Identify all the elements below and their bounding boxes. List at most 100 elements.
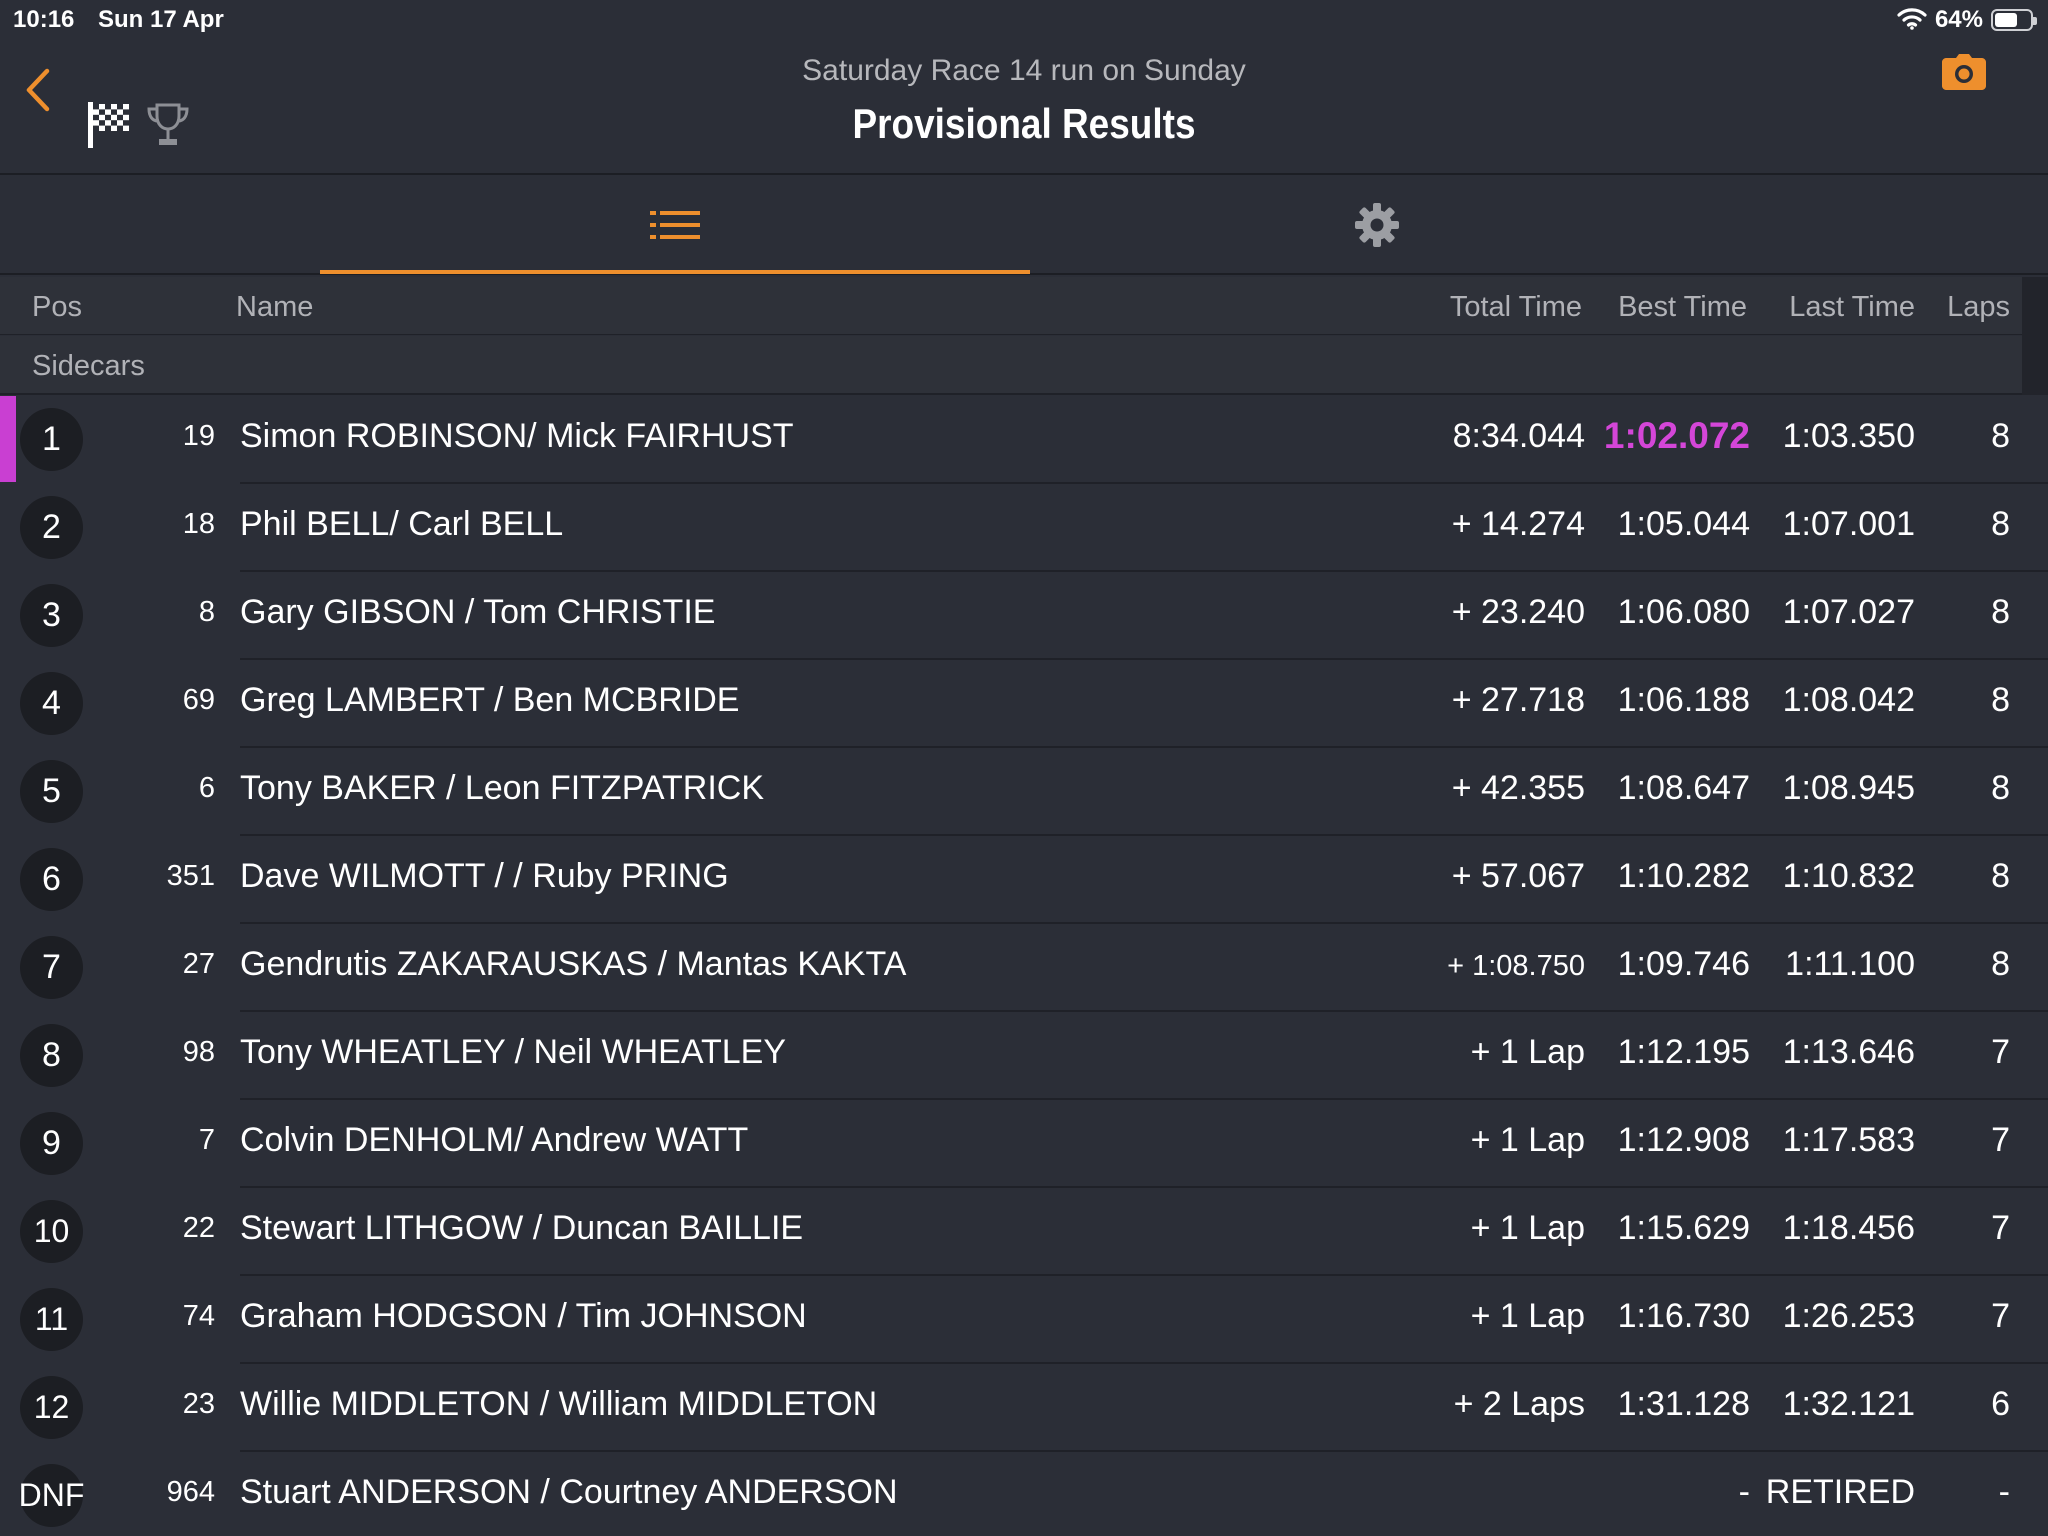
- position-badge: 8: [20, 1024, 83, 1087]
- last-time: 1:26.253: [1782, 1297, 1915, 1335]
- last-time: 1:07.027: [1782, 593, 1915, 631]
- racer-name: Phil BELL/ Carl BELL: [240, 505, 564, 543]
- last-time: 1:17.583: [1782, 1121, 1915, 1159]
- scrollbar-track[interactable]: [2022, 277, 2048, 395]
- table-row[interactable]: 11 74 Graham HODGSON / Tim JOHNSON + 1 Lap 1…: [0, 1276, 2048, 1364]
- column-header-laps[interactable]: Laps: [1947, 291, 2010, 324]
- laps-count: 7: [1991, 1033, 2010, 1071]
- total-time: + 14.274: [1451, 505, 1585, 543]
- last-time: 1:18.456: [1782, 1209, 1915, 1247]
- position-badge: 1: [20, 408, 83, 471]
- camera-button[interactable]: [1942, 54, 1986, 95]
- position-badge: 12: [20, 1376, 83, 1439]
- racer-name: Colvin DENHOLM/ Andrew WATT: [240, 1121, 749, 1159]
- racer-name: Gary GIBSON / Tom CHRISTIE: [240, 593, 716, 631]
- last-time: RETIRED: [1765, 1473, 1915, 1511]
- table-row[interactable]: 12 23 Willie MIDDLETON / William MIDDLETON…: [0, 1364, 2048, 1452]
- last-time: 1:32.121: [1782, 1385, 1915, 1423]
- total-time: + 42.355: [1451, 769, 1585, 807]
- page-title: Provisional Results: [852, 100, 1196, 147]
- battery-tip: [2033, 17, 2037, 25]
- table-row[interactable]: 1 19 Simon ROBINSON/ Mick FAIRHUST 8:34.044…: [0, 396, 2048, 484]
- table-row[interactable]: 4 69 Greg LAMBERT / Ben MCBRIDE + 27.718 1:0…: [0, 660, 2048, 748]
- column-header-best-time[interactable]: Best Time: [1618, 291, 1747, 324]
- column-header-pos[interactable]: Pos: [32, 291, 82, 324]
- last-time: 1:10.832: [1782, 857, 1915, 895]
- last-time: 1:08.042: [1782, 681, 1915, 719]
- total-time: + 1 Lap: [1470, 1297, 1585, 1335]
- table-row[interactable]: 3 8 Gary GIBSON / Tom CHRISTIE + 23.240 1:06…: [0, 572, 2048, 660]
- status-indicators: 64%: [1897, 4, 2037, 36]
- laps-count: 6: [1991, 1385, 2010, 1423]
- leader-marker: [0, 396, 16, 482]
- racer-name: Greg LAMBERT / Ben MCBRIDE: [240, 681, 740, 719]
- best-time: 1:08.647: [1617, 769, 1750, 807]
- laps-count: 7: [1991, 1121, 2010, 1159]
- laps-count: 8: [1991, 505, 2010, 543]
- column-header-last-time[interactable]: Last Time: [1789, 291, 1915, 324]
- best-time: 1:15.629: [1617, 1209, 1750, 1247]
- best-time: 1:06.080: [1617, 593, 1750, 631]
- position-badge: 4: [20, 672, 83, 735]
- position-badge: 3: [20, 584, 83, 647]
- table-row[interactable]: DNF 964 Stuart ANDERSON / Courtney ANDERSO…: [0, 1452, 2048, 1536]
- racer-name: Tony WHEATLEY / Neil WHEATLEY: [240, 1033, 787, 1071]
- racer-name: Willie MIDDLETON / William MIDDLETON: [240, 1385, 878, 1423]
- column-header-name[interactable]: Name: [236, 291, 313, 324]
- laps-count: 8: [1991, 945, 2010, 983]
- racer-name: Simon ROBINSON/ Mick FAIRHUST: [240, 417, 794, 455]
- total-time: + 57.067: [1451, 857, 1585, 895]
- best-time: 1:12.908: [1617, 1121, 1750, 1159]
- last-time: 1:13.646: [1782, 1033, 1915, 1071]
- race-subtitle: Saturday Race 14 run on Sunday: [802, 54, 1246, 87]
- tab-results-list[interactable]: [320, 175, 1030, 275]
- table-row[interactable]: 7 27 Gendrutis ZAKARAUSKAS / Mantas KAKTA +…: [0, 924, 2048, 1012]
- best-time: 1:05.044: [1617, 505, 1750, 543]
- laps-count: -: [1998, 1473, 2010, 1511]
- table-row[interactable]: 2 18 Phil BELL/ Carl BELL + 14.274 1:05.044 1…: [0, 484, 2048, 572]
- active-tab-indicator: [320, 270, 1030, 274]
- last-time: 1:03.350: [1782, 417, 1915, 455]
- category-header: Sidecars: [0, 336, 2022, 395]
- status-time: 10:16: [13, 6, 75, 33]
- status-date: Sun 17 Apr: [98, 6, 224, 33]
- racer-name: Tony BAKER / Leon FITZPATRICK: [240, 769, 765, 807]
- tab-settings[interactable]: [1022, 175, 1732, 275]
- header: Saturday Race 14 run on Sunday Provision…: [0, 40, 2048, 175]
- racer-number: 74: [182, 1300, 215, 1332]
- total-time: + 27.718: [1451, 681, 1585, 719]
- status-bar: 10:16 Sun 17 Apr 64%: [0, 0, 2048, 40]
- racer-number: 23: [182, 1388, 215, 1420]
- position-badge: 9: [20, 1112, 83, 1175]
- racer-number: 8: [198, 596, 215, 628]
- racer-name: Graham HODGSON / Tim JOHNSON: [240, 1297, 807, 1335]
- racer-number: 69: [182, 684, 215, 716]
- wifi-icon: [1897, 6, 1927, 35]
- best-time: 1:10.282: [1617, 857, 1750, 895]
- racer-number: 19: [182, 420, 215, 452]
- table-row[interactable]: 5 6 Tony BAKER / Leon FITZPATRICK + 42.355 1…: [0, 748, 2048, 836]
- last-time: 1:08.945: [1782, 769, 1915, 807]
- position-badge: 5: [20, 760, 83, 823]
- results-screen: 10:16 Sun 17 Apr 64% Saturday Race 14 ru…: [0, 0, 2048, 1536]
- laps-count: 7: [1991, 1209, 2010, 1247]
- table-row[interactable]: 6 351 Dave WILMOTT / / Ruby PRING + 57.067 1…: [0, 836, 2048, 924]
- total-time: + 23.240: [1451, 593, 1585, 631]
- table-row[interactable]: 10 22 Stewart LITHGOW / Duncan BAILLIE + 1 …: [0, 1188, 2048, 1276]
- racer-name: Gendrutis ZAKARAUSKAS / Mantas KAKTA: [240, 945, 907, 983]
- best-time: 1:31.128: [1617, 1385, 1750, 1423]
- column-header-total-time[interactable]: Total Time: [1450, 291, 1582, 324]
- camera-icon: [1942, 54, 1986, 90]
- racer-number: 98: [182, 1036, 215, 1068]
- table-row[interactable]: 8 98 Tony WHEATLEY / Neil WHEATLEY + 1 Lap 1…: [0, 1012, 2048, 1100]
- best-time: 1:06.188: [1617, 681, 1750, 719]
- battery-fill: [1995, 13, 2017, 27]
- racer-number: 27: [182, 948, 215, 980]
- best-time: 1:02.072: [1603, 415, 1750, 456]
- gear-icon: [1355, 203, 1399, 247]
- total-time: + 1 Lap: [1470, 1121, 1585, 1159]
- position-badge: DNF: [19, 1464, 84, 1527]
- category-label: Sidecars: [32, 350, 145, 382]
- table-row[interactable]: 9 7 Colvin DENHOLM/ Andrew WATT + 1 Lap 1:12…: [0, 1100, 2048, 1188]
- laps-count: 8: [1991, 681, 2010, 719]
